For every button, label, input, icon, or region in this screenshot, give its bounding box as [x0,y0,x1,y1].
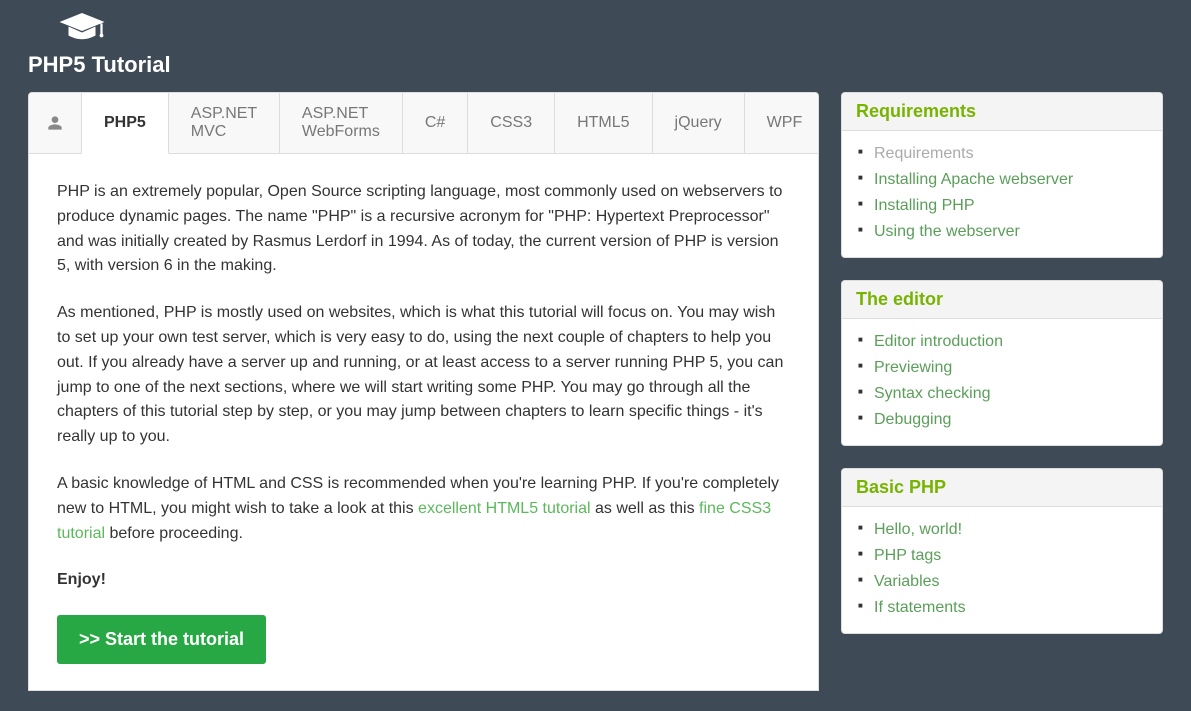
paragraph: A basic knowledge of HTML and CSS is rec… [57,472,790,546]
html5-tutorial-link[interactable]: excellent HTML5 tutorial [418,500,591,517]
user-icon [47,115,63,131]
user-menu[interactable] [29,93,82,153]
graduation-cap-icon [58,8,106,48]
list-item: Requirements [874,141,1148,167]
sidebar-link[interactable]: Requirements [874,145,974,162]
sidebar-link[interactable]: Previewing [874,359,952,376]
site-header: PHP5 Tutorial [0,0,1191,92]
nav-label: ASP.NET MVC [191,105,257,141]
list-item: Hello, world! [874,517,1148,543]
nav-tab-php5[interactable]: PHP5 [82,93,169,154]
list-item: Using the webserver [874,219,1148,245]
start-tutorial-button[interactable]: >> Start the tutorial [57,615,266,664]
sidebar-link[interactable]: Editor introduction [874,333,1003,350]
sidebar-link[interactable]: Hello, world! [874,521,962,538]
list-item: Installing PHP [874,193,1148,219]
nav-label: jQuery [675,114,722,132]
nav-tab-csharp[interactable]: C# [403,93,468,153]
top-nav: PHP5 ASP.NET MVC ASP.NET WebForms C# CSS… [29,93,818,154]
nav-label: WPF [767,114,803,132]
nav-tab-aspnet-webforms[interactable]: ASP.NET WebForms [280,93,403,153]
nav-label: HTML5 [577,114,629,132]
article-body: PHP is an extremely popular, Open Source… [29,154,818,690]
paragraph: As mentioned, PHP is mostly used on webs… [57,301,790,450]
list-item: Debugging [874,407,1148,433]
sidebar-link[interactable]: PHP tags [874,547,941,564]
list-item: PHP tags [874,543,1148,569]
sidebar-link[interactable]: Installing PHP [874,197,975,214]
site-title: PHP5 Tutorial [28,52,171,78]
list-item: Variables [874,569,1148,595]
main-column: PHP5 ASP.NET MVC ASP.NET WebForms C# CSS… [28,92,819,691]
panel-heading: Requirements [842,93,1162,131]
sidebar: Requirements Requirements Installing Apa… [841,92,1163,691]
list-item: Installing Apache webserver [874,167,1148,193]
nav-tab-aspnet-mvc[interactable]: ASP.NET MVC [169,93,280,153]
nav-tab-css3[interactable]: CSS3 [468,93,555,153]
panel-heading: The editor [842,281,1162,319]
list-item: Previewing [874,355,1148,381]
panel-requirements: Requirements Requirements Installing Apa… [841,92,1163,258]
panel-basic-php: Basic PHP Hello, world! PHP tags Variabl… [841,468,1163,634]
list-item: Editor introduction [874,329,1148,355]
nav-label: ASP.NET WebForms [302,105,380,141]
list-item: If statements [874,595,1148,621]
panel-editor: The editor Editor introduction Previewin… [841,280,1163,446]
panel-heading: Basic PHP [842,469,1162,507]
enjoy-text: Enjoy! [57,568,790,593]
nav-tab-wpf[interactable]: WPF [745,93,819,153]
nav-label: PHP5 [104,114,146,132]
sidebar-link[interactable]: Syntax checking [874,385,991,402]
nav-tab-jquery[interactable]: jQuery [653,93,745,153]
sidebar-link[interactable]: Using the webserver [874,223,1020,240]
sidebar-link[interactable]: Installing Apache webserver [874,171,1073,188]
sidebar-link[interactable]: Debugging [874,411,951,428]
list-item: Syntax checking [874,381,1148,407]
nav-tab-html5[interactable]: HTML5 [555,93,652,153]
nav-label: CSS3 [490,114,532,132]
sidebar-link[interactable]: Variables [874,573,940,590]
nav-label: C# [425,114,445,132]
paragraph: PHP is an extremely popular, Open Source… [57,180,790,279]
sidebar-link[interactable]: If statements [874,599,966,616]
